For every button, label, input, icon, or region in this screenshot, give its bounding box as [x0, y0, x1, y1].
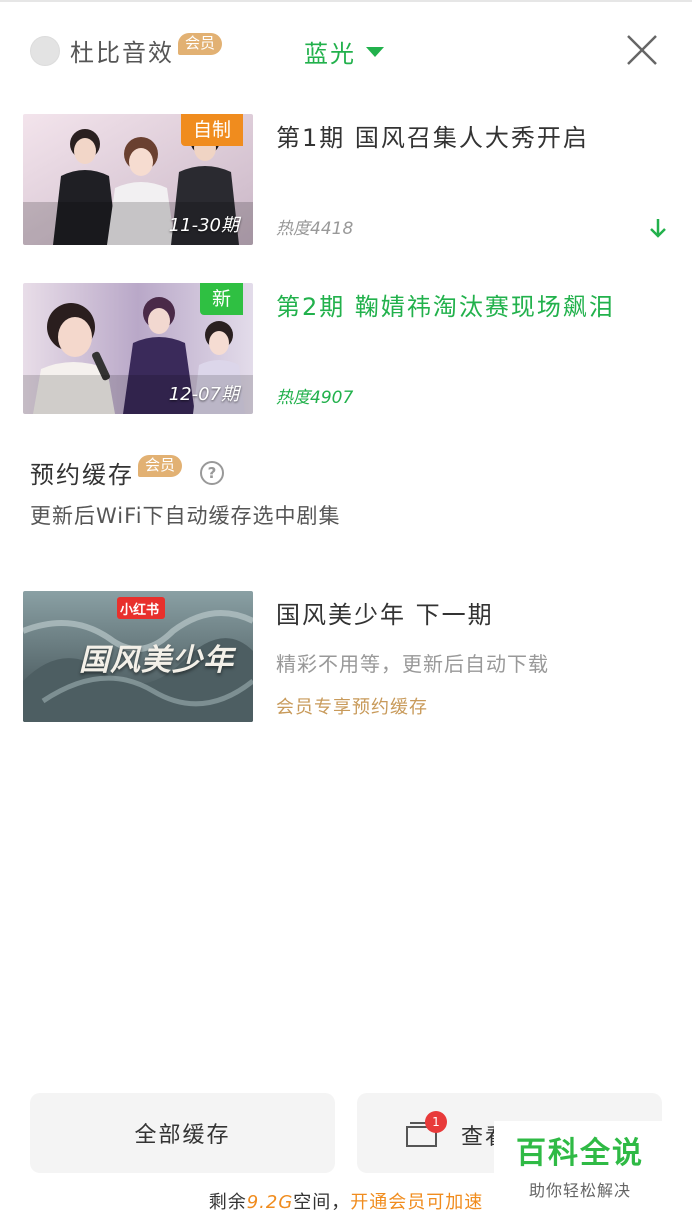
episode-item[interactable]: 自制 11-30期 第1期 国风召集人大秀开启 热度4418 [0, 114, 692, 246]
dolby-radio[interactable] [30, 35, 60, 66]
vip-reserve-note: 会员专享预约缓存 [276, 697, 428, 718]
quality-label: 蓝光 [304, 40, 356, 68]
dolby-label: 杜比音效 [70, 39, 174, 67]
caret-down-icon [366, 46, 384, 57]
cache-count-badge: 1 [425, 1111, 447, 1133]
episode-title: 第1期 国风召集人大秀开启 [276, 124, 589, 152]
period-label: 11-30期 [168, 215, 239, 236]
header: 杜比音效 会员 蓝光 [0, 0, 692, 96]
episode-thumbnail: 新 12-07期 [23, 283, 253, 414]
next-episode-item[interactable]: 小红书 国风美少年 国风美少年 下一期 精彩不用等，更新后自动下载 会员专享预约… [0, 591, 692, 722]
episode-heat: 热度4418 [276, 219, 354, 239]
next-episode-title: 国风美少年 下一期 [276, 601, 494, 629]
dolby-toggle[interactable]: 杜比音效 会员 [30, 32, 223, 68]
reserve-cache-description: 更新后WiFi下自动缓存选中剧集 [30, 504, 341, 528]
next-episode-thumbnail: 小红书 国风美少年 [23, 591, 253, 722]
storage-suffix: 空间， [293, 1192, 351, 1213]
period-label: 12-07期 [168, 384, 239, 405]
reserve-cache-title: 预约缓存 [30, 461, 134, 489]
episode-item[interactable]: 新 12-07期 第2期 鞠婧祎淘汰赛现场飙泪 热度4907 [0, 283, 692, 415]
watermark: 百科全说 助你轻松解决 [494, 1121, 666, 1205]
close-icon[interactable] [622, 30, 662, 70]
cache-all-button[interactable]: 全部缓存 [30, 1093, 335, 1173]
new-tag: 新 [199, 283, 243, 315]
episode-thumbnail: 自制 11-30期 [23, 114, 253, 245]
vip-badge: 会员 [138, 454, 183, 477]
next-episode-subtitle: 精彩不用等，更新后自动下载 [276, 652, 549, 676]
download-icon[interactable] [648, 217, 668, 239]
self-made-tag: 自制 [180, 114, 243, 146]
vip-badge: 会员 [178, 32, 223, 55]
episode-heat: 热度4907 [276, 388, 354, 408]
brand-logo: 小红书 [120, 603, 160, 618]
storage-value: 9.2G [246, 1192, 294, 1213]
upgrade-vip-link[interactable]: 开通会员可加速 [350, 1192, 483, 1213]
show-logo: 国风美少年 [79, 643, 234, 678]
watermark-title: 百科全说 [516, 1136, 644, 1171]
episode-title: 第2期 鞠婧祎淘汰赛现场飙泪 [276, 293, 615, 321]
storage-prefix: 剩余 [208, 1192, 247, 1213]
help-icon[interactable]: ? [200, 460, 225, 485]
quality-selector[interactable]: 蓝光 [304, 34, 384, 69]
reserve-cache-header: 预约缓存 会员 ? [30, 454, 225, 490]
watermark-subtitle: 助你轻松解决 [528, 1181, 631, 1200]
